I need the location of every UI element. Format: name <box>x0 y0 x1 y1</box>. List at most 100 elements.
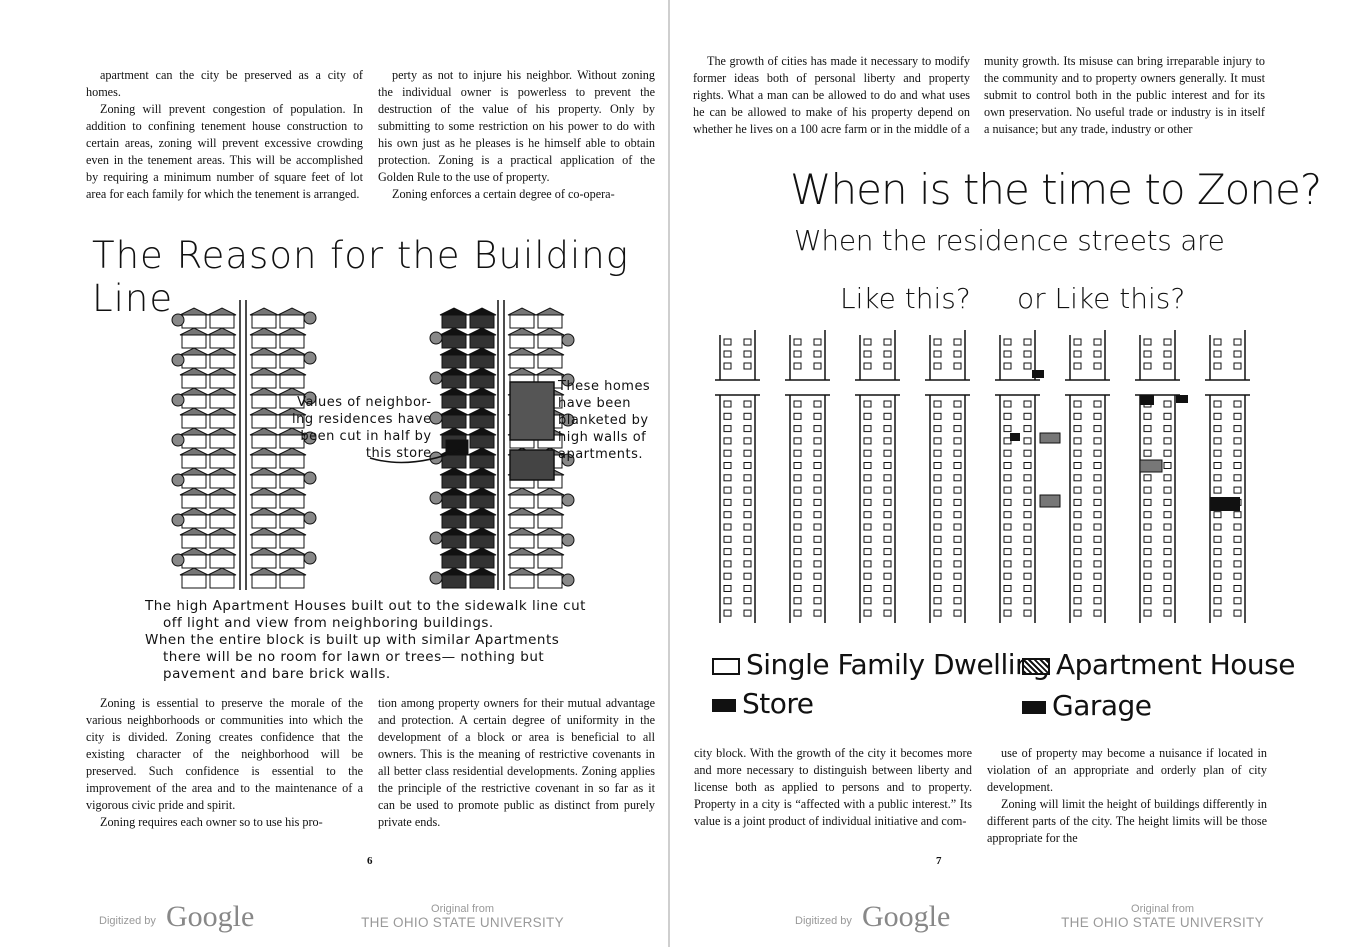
dwelling <box>813 585 822 592</box>
dwelling <box>793 338 802 346</box>
text-line: this store <box>365 446 432 461</box>
dwelling <box>1163 535 1172 543</box>
dwelling <box>1073 597 1082 605</box>
house <box>209 573 235 589</box>
house-roof <box>179 307 209 316</box>
tree <box>171 393 185 407</box>
house-roof <box>439 487 469 496</box>
dwelling <box>1023 511 1032 519</box>
dwelling <box>1023 486 1032 494</box>
dwelling <box>1093 425 1102 433</box>
paragraph: perty as not to injure his neighbor. Wit… <box>378 68 655 184</box>
dwelling <box>933 585 942 592</box>
house-roof <box>535 327 565 336</box>
dwelling <box>1233 511 1242 519</box>
house-roof <box>535 307 565 316</box>
dwelling <box>953 535 962 543</box>
house-roof <box>467 527 497 536</box>
apartment <box>1039 432 1061 444</box>
dwelling <box>953 425 962 433</box>
dwelling <box>1003 425 1012 433</box>
house-roof <box>507 347 537 356</box>
house <box>181 493 207 509</box>
text-line: pavement and bare brick walls. <box>163 666 391 682</box>
dwelling <box>1143 437 1152 445</box>
dwelling <box>1003 609 1012 617</box>
dwelling <box>1023 560 1032 568</box>
dwelling <box>743 486 752 494</box>
dwelling <box>1233 449 1242 457</box>
house-roof <box>249 407 279 416</box>
dwelling <box>863 523 872 531</box>
dwelling <box>933 350 942 358</box>
dwelling <box>953 412 962 420</box>
house <box>441 413 467 429</box>
house-roof <box>439 367 469 376</box>
dwelling <box>1233 609 1242 617</box>
house <box>279 473 305 489</box>
house <box>181 573 207 589</box>
dwelling <box>1213 362 1222 370</box>
house-roof <box>439 347 469 356</box>
dwelling <box>1003 338 1012 346</box>
page-number-left: 6 <box>367 855 373 867</box>
dwelling <box>933 425 942 433</box>
house-roof <box>179 547 209 556</box>
dwelling <box>793 535 802 543</box>
dwelling <box>1093 362 1102 370</box>
dwelling <box>1143 498 1152 506</box>
dwelling <box>1093 523 1102 531</box>
tree <box>303 351 317 365</box>
house-roof <box>439 427 469 436</box>
dwelling <box>1163 350 1172 358</box>
house-roof <box>535 527 565 536</box>
house-roof <box>179 347 209 356</box>
dwelling <box>883 535 892 543</box>
house-roof <box>179 447 209 456</box>
dwelling <box>1023 412 1032 420</box>
house-roof <box>249 327 279 336</box>
dwelling <box>1073 523 1082 531</box>
dwelling <box>883 425 892 433</box>
annotation-store: Values of neighbor-ing residences have be… <box>292 394 432 462</box>
dwelling <box>953 486 962 494</box>
tree <box>429 491 443 505</box>
dwelling <box>793 597 802 605</box>
text-line: When the entire block is built up with s… <box>145 632 560 648</box>
dwelling <box>1003 462 1012 469</box>
right-col1-top: The growth of cities has made it necessa… <box>693 53 970 138</box>
dwelling <box>1093 498 1102 506</box>
dwelling <box>863 350 872 358</box>
house-roof <box>179 527 209 536</box>
dwelling <box>813 560 822 568</box>
house <box>251 313 277 329</box>
dwelling <box>813 523 822 531</box>
dwelling <box>793 585 802 592</box>
dwelling <box>1023 462 1032 469</box>
house-roof <box>467 387 497 396</box>
house-roof <box>249 447 279 456</box>
house-roof <box>277 327 307 336</box>
dwelling <box>1023 425 1032 433</box>
dwelling <box>933 437 942 445</box>
dwelling <box>1023 362 1032 370</box>
dwelling <box>1163 425 1172 433</box>
dwelling <box>1143 362 1152 370</box>
dwelling <box>743 400 752 408</box>
dwelling <box>743 523 752 531</box>
house-roof <box>467 327 497 336</box>
dwelling <box>1073 350 1082 358</box>
house-roof <box>507 547 537 556</box>
dwelling <box>883 462 892 469</box>
house-roof <box>249 487 279 496</box>
house-roof <box>249 547 279 556</box>
dwelling <box>1213 449 1222 457</box>
dwelling <box>1143 609 1152 617</box>
house <box>441 393 467 409</box>
house <box>509 313 535 329</box>
house <box>469 333 495 349</box>
dwelling <box>1003 437 1012 445</box>
dwelling <box>953 609 962 617</box>
dwelling <box>1163 585 1172 592</box>
house-roof <box>179 487 209 496</box>
